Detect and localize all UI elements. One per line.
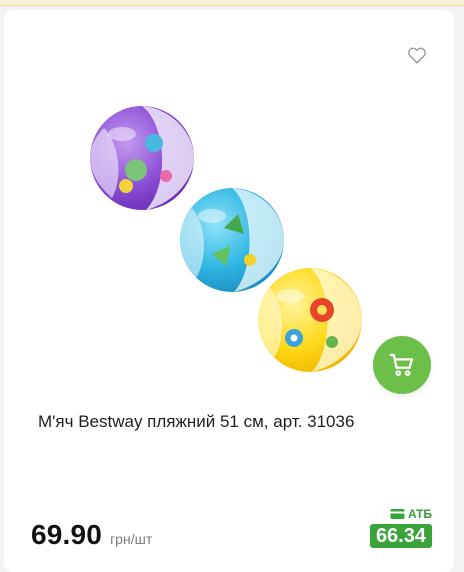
product-image[interactable] xyxy=(84,98,364,383)
atb-label-text: АТБ xyxy=(407,507,432,521)
top-strip xyxy=(0,0,464,6)
heart-outline-icon xyxy=(408,47,426,64)
price: 69.90 грн/шт xyxy=(31,519,152,551)
shopping-cart-icon xyxy=(389,353,414,376)
favorite-button[interactable] xyxy=(406,44,428,66)
atb-price: 66.34 xyxy=(369,524,432,548)
blue-ball xyxy=(180,188,284,292)
price-value: 69.90 xyxy=(31,519,103,550)
product-card[interactable]: М'яч Bestway пляжний 51 см, арт. 31036 6… xyxy=(4,10,454,572)
atb-label: АТБ xyxy=(390,507,432,521)
purple-ball xyxy=(90,106,194,210)
atb-card-price: АТБ 66.34 xyxy=(364,507,432,548)
add-to-cart-button[interactable] xyxy=(373,336,431,394)
wallet-card-icon xyxy=(390,509,405,519)
yellow-ball xyxy=(258,268,362,372)
product-title[interactable]: М'яч Bestway пляжний 51 см, арт. 31036 xyxy=(38,411,418,433)
price-unit: грн/шт xyxy=(110,531,153,547)
